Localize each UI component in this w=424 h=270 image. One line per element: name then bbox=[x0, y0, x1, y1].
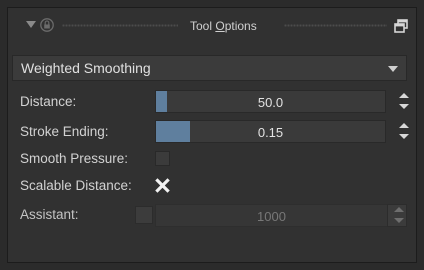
assistant-magnetism-slider: 1000 bbox=[155, 204, 388, 227]
stroke-ending-spinner[interactable] bbox=[395, 120, 411, 143]
assistant-magnetism-value: 1000 bbox=[257, 209, 286, 224]
smooth-pressure-checkbox[interactable] bbox=[155, 151, 170, 166]
spin-down-icon bbox=[394, 218, 404, 223]
distance-slider[interactable]: 50.0 bbox=[155, 90, 386, 113]
distance-spinner[interactable] bbox=[395, 90, 411, 113]
titlebar-grip-right bbox=[284, 24, 387, 27]
smoothing-mode-dropdown[interactable]: Weighted Smoothing bbox=[12, 55, 407, 81]
smoothing-mode-value: Weighted Smoothing bbox=[21, 60, 151, 76]
distance-value: 50.0 bbox=[257, 95, 284, 110]
collapse-arrow-icon[interactable] bbox=[26, 21, 36, 28]
docker-titlebar: Tool Options bbox=[8, 8, 416, 46]
scalable-distance-label: Scalable Distance: bbox=[20, 178, 132, 193]
lock-icon[interactable] bbox=[40, 18, 54, 32]
spin-down-icon[interactable] bbox=[399, 134, 409, 139]
stroke-ending-label: Stroke Ending: bbox=[20, 124, 109, 139]
spin-up-icon bbox=[394, 207, 404, 212]
smooth-pressure-label: Smooth Pressure: bbox=[20, 151, 129, 166]
titlebar-grip-left bbox=[62, 24, 178, 27]
scalable-distance-checkbox[interactable] bbox=[155, 178, 170, 193]
spin-up-icon[interactable] bbox=[399, 123, 409, 128]
assistant-checkbox[interactable] bbox=[135, 206, 153, 224]
float-window-icon[interactable] bbox=[394, 19, 408, 33]
spin-up-icon[interactable] bbox=[399, 93, 409, 98]
spin-down-icon[interactable] bbox=[399, 104, 409, 109]
chevron-down-icon bbox=[388, 66, 398, 72]
stroke-ending-value: 0.15 bbox=[257, 125, 284, 140]
docker-title: Tool Options bbox=[190, 19, 257, 33]
assistant-spinner bbox=[390, 204, 406, 227]
assistant-label: Assistant: bbox=[20, 207, 79, 222]
distance-label: Distance: bbox=[20, 94, 77, 109]
stroke-ending-slider[interactable]: 0.15 bbox=[155, 120, 386, 143]
